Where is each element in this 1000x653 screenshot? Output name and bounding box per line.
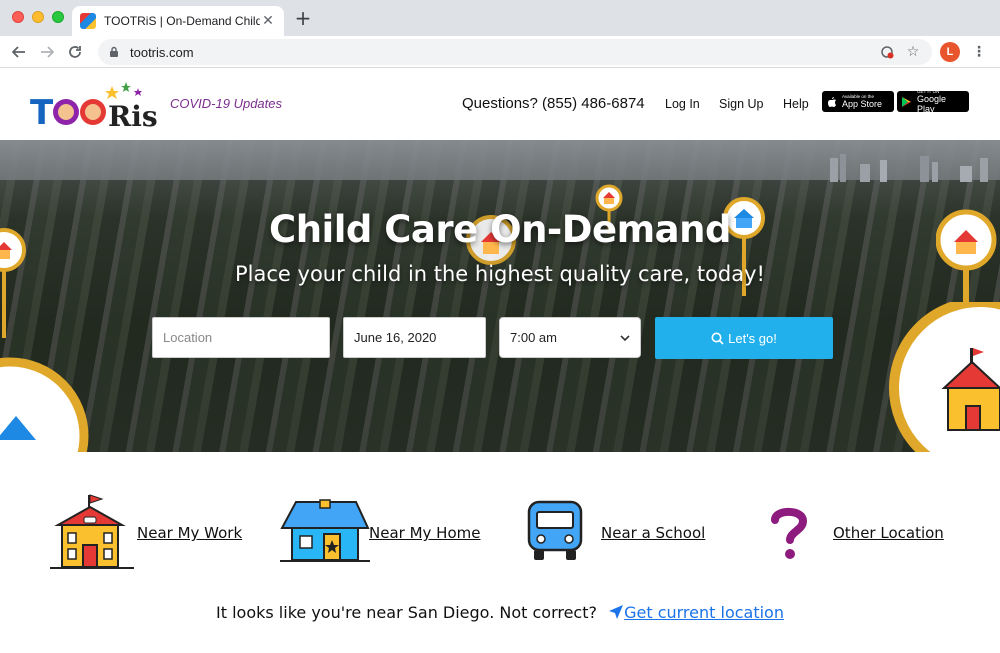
logo-letter-t: T — [30, 93, 54, 133]
google-play-icon — [902, 96, 911, 107]
browser-menu-icon[interactable]: ⋮ — [972, 42, 986, 62]
google-play-big-text: Google Play — [917, 94, 947, 114]
near-my-home-link[interactable]: Near My Home — [369, 524, 480, 542]
home-house-icon[interactable] — [280, 498, 370, 564]
other-location-link[interactable]: Other Location — [833, 524, 944, 542]
location-blocked-icon[interactable] — [878, 43, 896, 61]
lock-icon — [110, 46, 118, 57]
lets-go-button[interactable]: Let's go! — [655, 317, 833, 359]
hero-title: Child Care On-Demand — [269, 208, 731, 251]
forward-icon[interactable] — [36, 41, 58, 63]
map-pin-large-house-icon — [0, 357, 89, 452]
google-play-badge[interactable]: GET IT ON Google Play — [897, 89, 969, 114]
login-link[interactable]: Log In — [665, 97, 700, 111]
url-text: tootris.com — [130, 44, 194, 60]
signup-link[interactable]: Sign Up — [719, 97, 763, 111]
location-notice-text: It looks like you're near San Diego. Not… — [216, 603, 597, 622]
tootris-logo[interactable]: T Ris — [28, 78, 158, 134]
favicon-icon — [80, 13, 96, 29]
date-input[interactable]: June 16, 2020 — [343, 317, 486, 358]
tab-title: TOOTRiS | On-Demand Child C — [104, 14, 260, 28]
chevron-down-icon — [620, 334, 630, 341]
near-my-work-link[interactable]: Near My Work — [137, 524, 242, 542]
location-notice: It looks like you're near San Diego. Not… — [0, 603, 1000, 622]
tab-close-icon[interactable]: ✕ — [260, 13, 276, 29]
map-pin-large-house-icon — [889, 302, 1000, 452]
get-current-location-link[interactable]: Get current location — [624, 603, 784, 622]
lets-go-label: Let's go! — [728, 330, 777, 346]
hero-banner: Child Care On-Demand Place your child in… — [0, 140, 1000, 452]
profile-avatar[interactable]: L — [940, 42, 960, 62]
covid-updates-link[interactable]: COVID-19 Updates — [170, 96, 282, 111]
logo-letters: Ris — [108, 100, 158, 133]
question-mark-icon[interactable] — [770, 506, 808, 560]
back-icon[interactable] — [8, 41, 30, 63]
time-select[interactable]: 7:00 am — [499, 317, 641, 358]
school-bus-icon[interactable] — [526, 498, 584, 564]
browser-toolbar: tootris.com ☆ L ⋮ — [0, 36, 1000, 68]
new-tab-button[interactable]: + — [293, 8, 313, 28]
work-building-icon[interactable] — [48, 493, 136, 571]
phone-number[interactable]: Questions? (855) 486-6874 — [462, 95, 645, 112]
app-store-big-text: App Store — [842, 99, 883, 109]
minimize-window-button[interactable] — [32, 11, 44, 23]
near-a-school-link[interactable]: Near a School — [601, 524, 705, 542]
time-select-value: 7:00 am — [510, 330, 557, 345]
app-store-badge[interactable]: Available on the App Store — [822, 91, 894, 112]
close-window-button[interactable] — [12, 11, 24, 23]
bookmark-star-icon[interactable]: ☆ — [904, 43, 922, 61]
city-skyline — [830, 154, 988, 182]
browser-tab[interactable]: TOOTRiS | On-Demand Child C ✕ — [72, 6, 284, 36]
location-input[interactable]: Location — [152, 317, 330, 358]
reload-icon[interactable] — [64, 41, 86, 63]
apple-icon — [828, 96, 836, 107]
site-header: T Ris COVID-19 Updates Questions? (855) … — [0, 68, 1000, 140]
maximize-window-button[interactable] — [52, 11, 64, 23]
help-link[interactable]: Help — [783, 97, 809, 111]
address-bar[interactable]: tootris.com ☆ — [98, 39, 932, 65]
search-icon — [711, 332, 724, 345]
hero-subtitle: Place your child in the highest quality … — [235, 262, 765, 286]
location-arrow-icon[interactable] — [608, 604, 624, 620]
location-options: Near My Work Near My Home Near a School … — [0, 452, 1000, 653]
browser-tab-bar: TOOTRiS | On-Demand Child C ✕ + — [0, 0, 1000, 36]
